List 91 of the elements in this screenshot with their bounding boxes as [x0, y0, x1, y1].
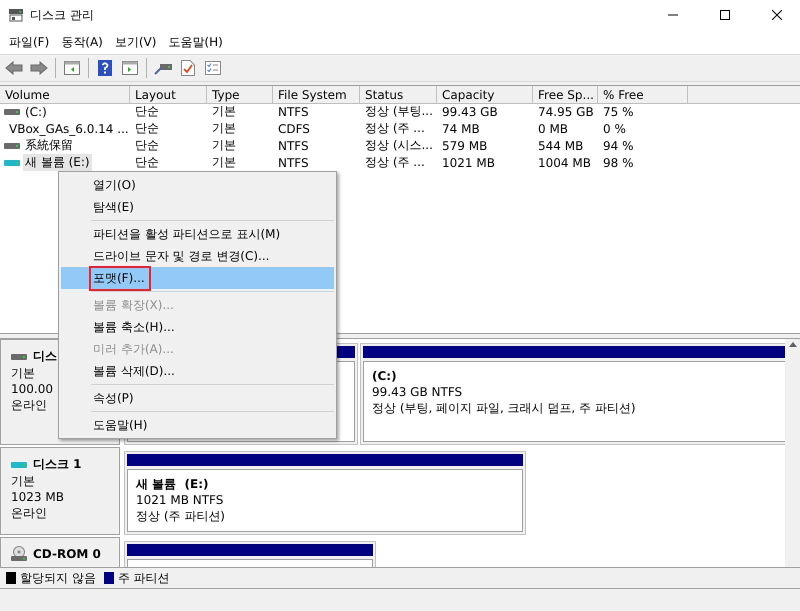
table-cell-text: 정상 (주 ...: [364, 154, 426, 171]
pane-icon[interactable]: [64, 61, 80, 75]
disk-name: 디스크 1: [33, 456, 82, 473]
partition-block[interactable]: (C:) 99.43 GB NTFS 정상 (부팅, 페이지 파일, 크래시 덤프, 주 파티션): [360, 343, 785, 445]
table-cell-text: 단순: [134, 103, 160, 120]
drive-icon: [4, 108, 20, 116]
table-cell-text: 정상 (부팅...: [364, 103, 434, 120]
menu-item[interactable]: 동작(A): [56, 32, 108, 52]
table-cell-text: NTFS: [277, 138, 310, 152]
table-cell-text: 기본: [211, 154, 237, 171]
column-header[interactable]: Capacity: [437, 86, 533, 104]
table-cell-text: NTFS: [277, 104, 310, 118]
table-cell-text: 기본: [211, 120, 237, 137]
drive-icon: [4, 158, 20, 166]
maximize-icon: [720, 10, 730, 20]
column-header[interactable]: Layout: [130, 86, 207, 104]
checked-document-icon[interactable]: [181, 60, 195, 76]
context-menu-item[interactable]: 파티션을 활성 파티션으로 표시(M): [61, 223, 334, 245]
context-menu-item[interactable]: 도움말(H): [61, 414, 334, 436]
column-header[interactable]: % Free: [598, 86, 688, 104]
drive-icon: [11, 460, 27, 468]
context-menu-item[interactable]: 볼륨 삭제(D)...: [61, 360, 334, 382]
table-cell-text: 단순: [134, 137, 160, 154]
window-title: 디스크 관리: [30, 6, 95, 24]
drive-label[interactable]: 系統保留: [23, 137, 75, 154]
column-header[interactable]: Free Sp...: [533, 86, 598, 104]
menu-item[interactable]: 도움말(H): [163, 32, 228, 52]
legend-label: 주 파티션: [118, 570, 170, 586]
drive-icon: [4, 142, 20, 150]
back-arrow-icon[interactable]: [5, 61, 23, 75]
table-cell-text: 579 MB: [441, 138, 488, 152]
table-cell-text: 74 MB: [441, 122, 481, 136]
context-menu-item[interactable]: 드라이브 문자 및 경로 변경(C)...: [61, 245, 334, 267]
table-cell-text: 75 %: [602, 104, 634, 118]
disk-detail: 기본: [11, 473, 35, 489]
table-cell-text: NTFS: [277, 156, 310, 170]
partition-size: 99.43 GB NTFS: [372, 384, 464, 400]
checklist-icon[interactable]: [205, 61, 221, 75]
table-cell-text: 74.95 GB: [537, 104, 595, 118]
table-cell-text: 544 MB: [537, 138, 584, 152]
drive-label[interactable]: 새 볼륨 (E:): [23, 154, 92, 171]
legend-label: 할당되지 않음: [20, 570, 96, 586]
table-cell-text: 단순: [134, 154, 160, 171]
table-cell-text: 단순: [134, 120, 160, 137]
partition-status: 정상 (주 파티션): [136, 508, 226, 524]
disk-management-icon: [8, 8, 24, 22]
help-icon[interactable]: [98, 60, 112, 76]
partition-status: 정상 (부팅, 페이지 파일, 크래시 덤프, 주 파티션): [372, 400, 637, 416]
column-header[interactable]: File System: [273, 86, 360, 104]
table-cell-text: CDFS: [277, 122, 311, 136]
partition-name: (C:): [372, 368, 398, 384]
table-cell-text: 기본: [211, 137, 237, 154]
cd-drive-icon: [11, 546, 27, 562]
context-menu-item[interactable]: 속성(P): [61, 387, 334, 409]
disk-name: 디스: [33, 348, 57, 365]
disk-detail: 온라인: [11, 397, 47, 413]
table-cell-text: 정상 (시스...: [364, 137, 434, 154]
forward-arrow-icon[interactable]: [30, 61, 48, 75]
disk-detail: 기본: [11, 365, 35, 381]
disk-detail: 100.00: [11, 381, 53, 397]
context-menu-item[interactable]: 포맷(F)...: [61, 267, 334, 289]
drive-label[interactable]: VBox_GAs_6.0.14 ...: [7, 122, 131, 136]
menu-item[interactable]: 보기(V): [110, 32, 162, 52]
partition-name: 새 볼륨 (E:): [136, 476, 210, 492]
table-cell-text: 1004 MB: [537, 156, 592, 170]
pane-icon[interactable]: [122, 61, 138, 75]
table-cell-text: 정상 (주 ...: [364, 120, 426, 137]
disk-detail: 온라인: [11, 505, 47, 521]
drive-icon[interactable]: [154, 61, 172, 75]
close-icon: [772, 10, 782, 20]
column-header[interactable]: Status: [360, 86, 437, 104]
disk-name: CD-ROM 0: [33, 547, 101, 561]
table-cell-text: 1021 MB: [441, 156, 496, 170]
partition-size: 1021 MB NTFS: [136, 492, 224, 508]
menu-item[interactable]: 파일(F): [4, 32, 54, 52]
context-menu-item[interactable]: 열기(O): [61, 174, 334, 196]
drive-label[interactable]: (C:): [23, 104, 49, 118]
context-menu-item[interactable]: 볼륨 축소(H)...: [61, 316, 334, 338]
partition-block[interactable]: 새 볼륨 (E:) 1021 MB NTFS 정상 (주 파티션): [124, 451, 526, 535]
drive-icon: [11, 352, 27, 360]
table-cell-text: 기본: [211, 103, 237, 120]
table-cell-text: 0 %: [602, 122, 627, 136]
column-header[interactable]: Volume: [0, 86, 130, 104]
column-header[interactable]: Type: [207, 86, 273, 104]
table-cell-text: 0 MB: [537, 122, 570, 136]
table-cell-text: 99.43 GB: [441, 104, 499, 118]
disk-detail: 1023 MB: [11, 489, 64, 505]
table-cell-text: 98 %: [602, 156, 634, 170]
context-menu-item[interactable]: 탐색(E): [61, 196, 334, 218]
partition-block[interactable]: [124, 541, 376, 567]
table-cell-text: 94 %: [602, 138, 634, 152]
